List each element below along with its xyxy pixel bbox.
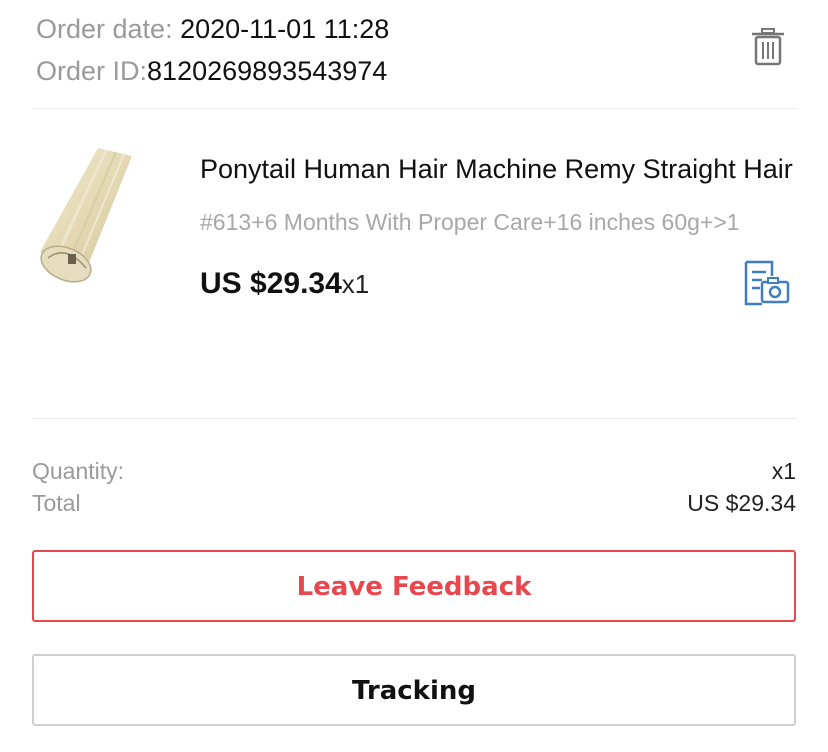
leave-feedback-button[interactable]: Leave Feedback <box>32 550 796 622</box>
order-id-value: 8120269893543974 <box>147 56 388 86</box>
order-id-row: Order ID:8120269893543974 <box>36 50 736 92</box>
tracking-button[interactable]: Tracking <box>32 654 796 726</box>
product-sku: #613+6 Months With Proper Care+16 inches… <box>200 209 740 235</box>
quantity-row: Quantity: x1 <box>32 455 796 487</box>
receipt-camera-icon <box>744 260 790 306</box>
trash-icon <box>752 28 784 66</box>
order-id-label: Order ID: <box>36 56 148 86</box>
product-price-row: US $29.34x1 <box>200 262 369 306</box>
quantity-label: Quantity: <box>32 458 125 484</box>
total-row: Total US $29.34 <box>32 487 796 519</box>
product-price: US $29.34 <box>200 267 342 300</box>
product-title[interactable]: Ponytail Human Hair Machine Remy Straigh… <box>200 148 796 190</box>
product-quantity: x1 <box>341 269 370 299</box>
order-date-value: 2020-11-01 11:28 <box>180 14 390 44</box>
total-label: Total <box>32 490 81 516</box>
order-header: Order date: 2020-11-01 11:28 Order ID:81… <box>36 8 736 92</box>
hair-ponytail-thumbnail <box>40 148 132 283</box>
header-divider <box>32 108 796 109</box>
delete-order-button[interactable] <box>748 26 788 68</box>
quantity-value: x1 <box>771 458 796 484</box>
product-thumbnail[interactable] <box>30 140 180 290</box>
order-date-row: Order date: 2020-11-01 11:28 <box>36 8 736 50</box>
product-divider <box>32 418 796 419</box>
order-date-label: Order date: <box>36 14 181 44</box>
receipt-photo-button[interactable] <box>742 260 792 306</box>
total-value: US $29.34 <box>687 490 796 516</box>
